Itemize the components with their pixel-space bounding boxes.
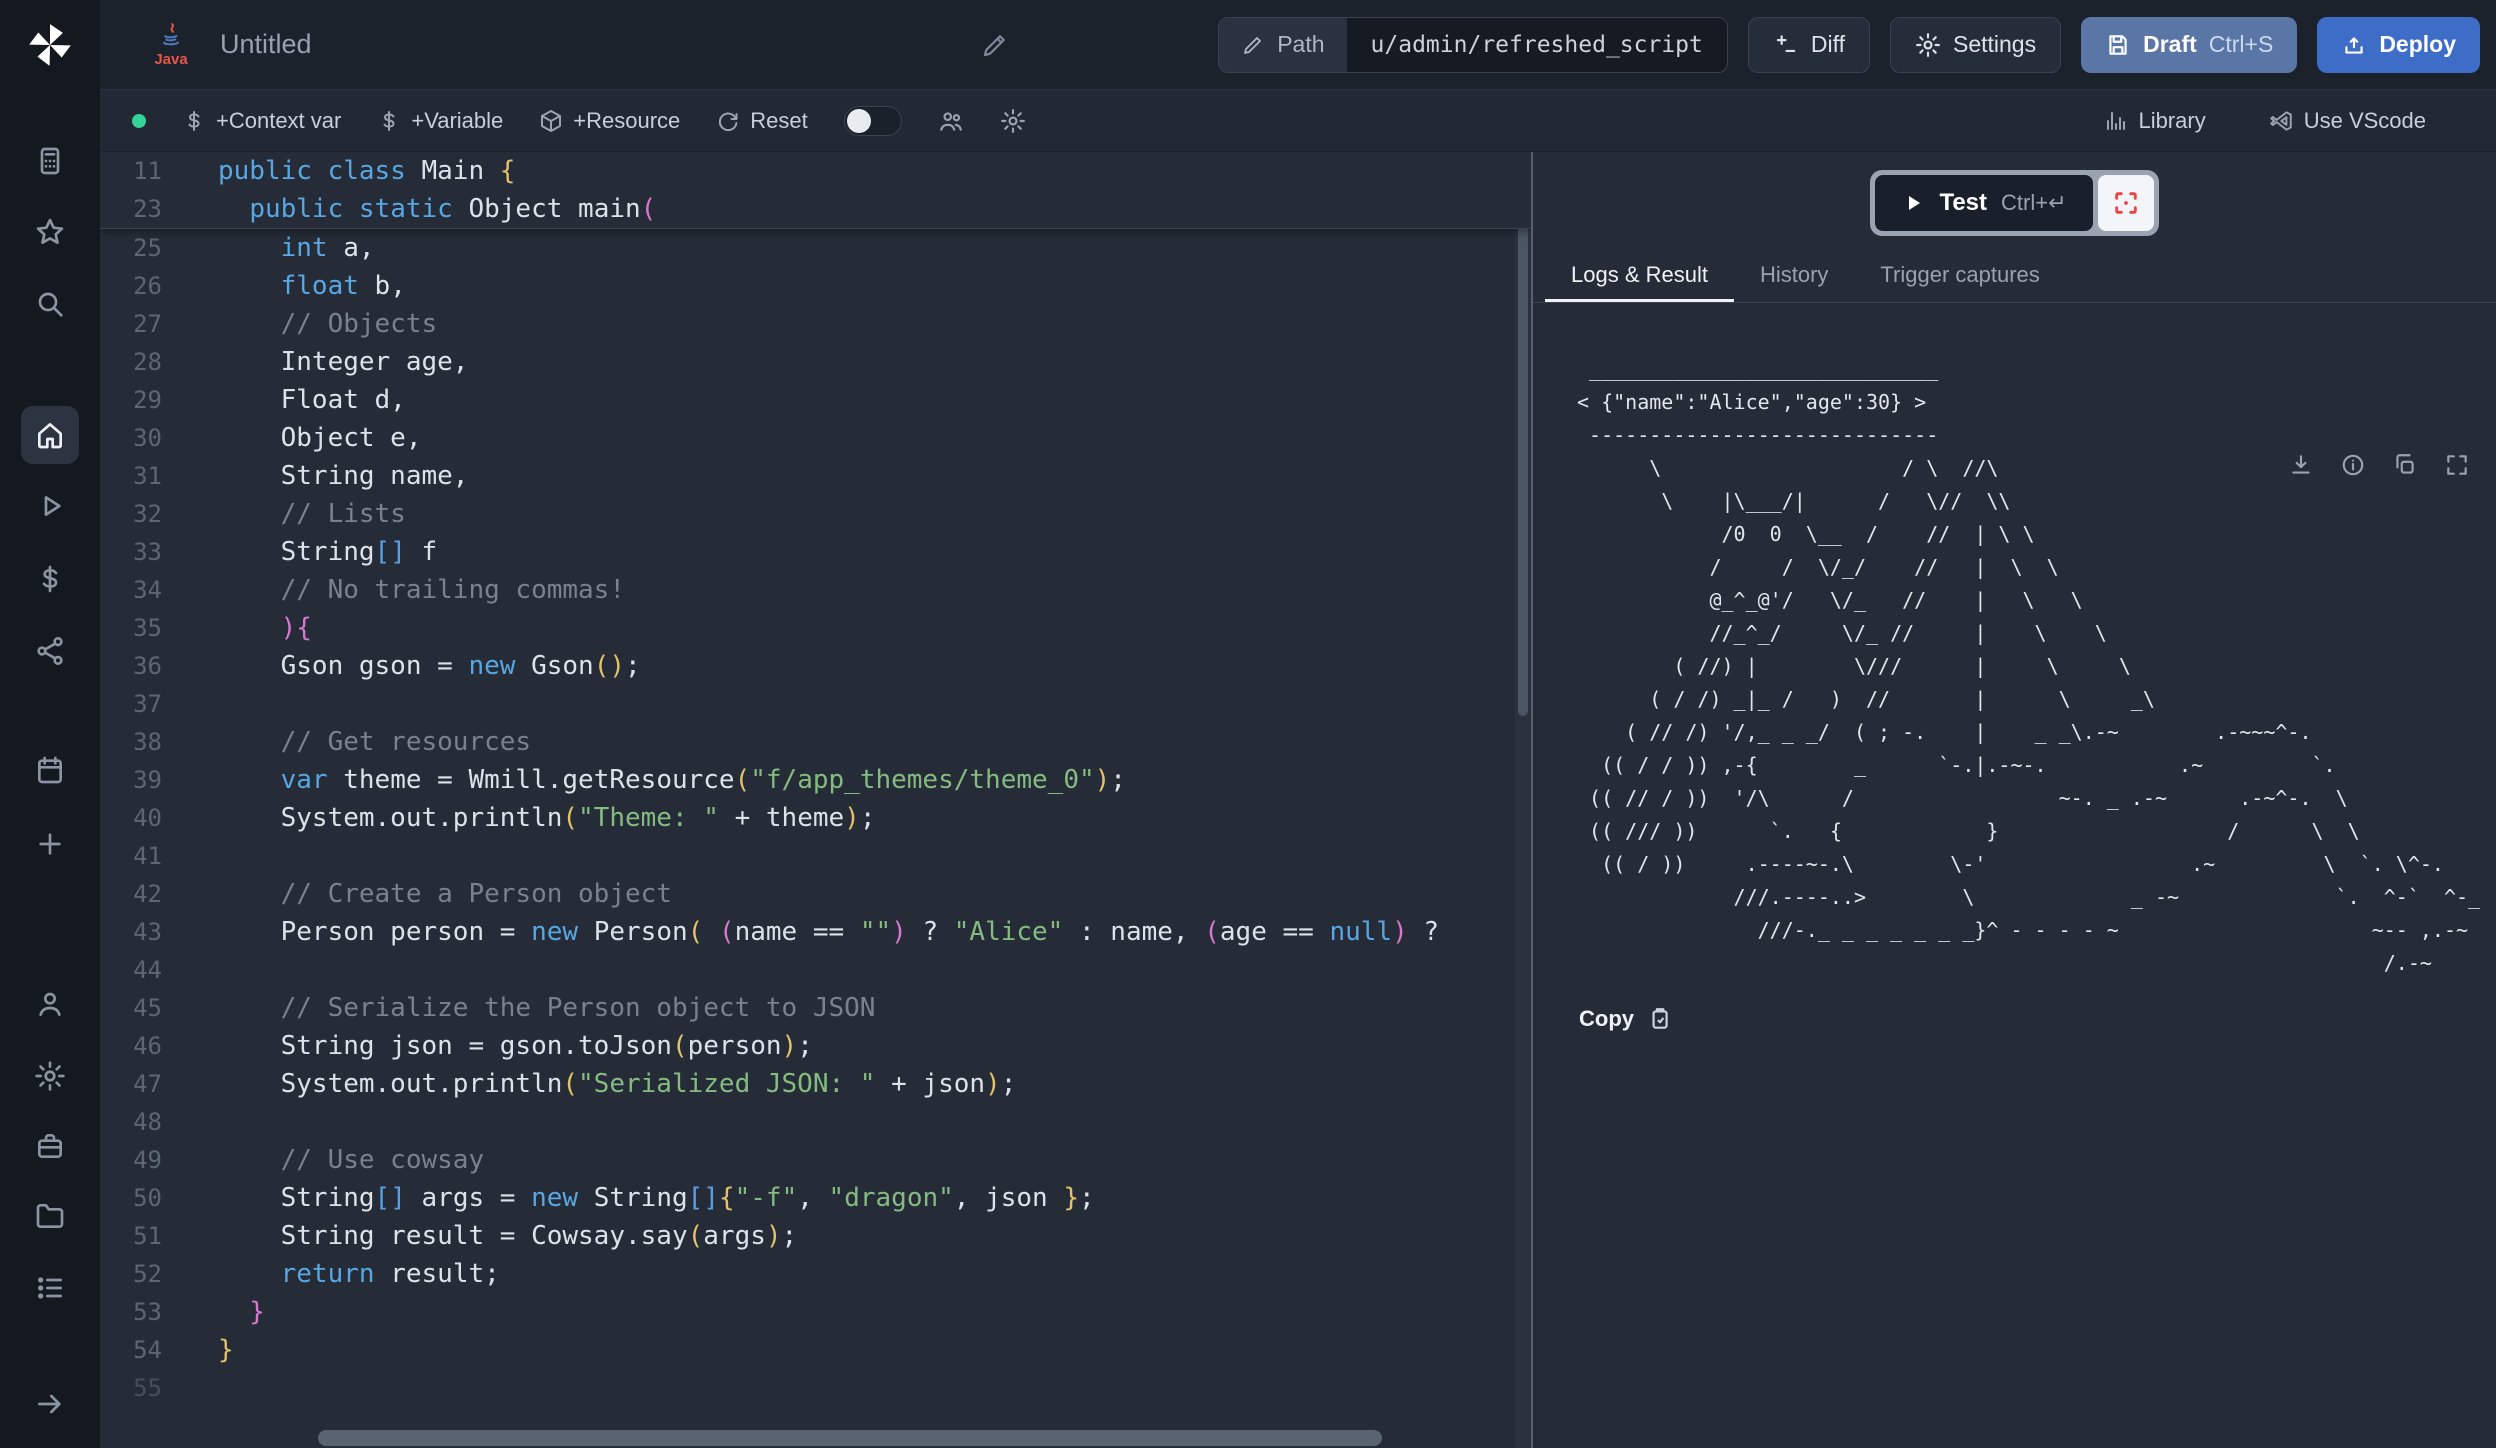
result-actions xyxy=(2288,452,2470,478)
toggle-knob xyxy=(847,109,871,133)
windmill-logo-icon xyxy=(25,20,75,70)
toolbox-icon xyxy=(34,1130,66,1162)
calendar-icon xyxy=(34,754,66,786)
dollar-icon xyxy=(377,109,401,133)
sidebar-item-variables[interactable] xyxy=(34,563,66,595)
tab-trigger-captures[interactable]: Trigger captures xyxy=(1854,250,2065,302)
sidebar-item-folders[interactable] xyxy=(34,1200,66,1232)
result-tabs: Logs & Result History Trigger captures xyxy=(1533,250,2496,303)
edit-pencil-icon xyxy=(980,30,1010,60)
copy-button[interactable]: Copy xyxy=(1579,1006,2496,1032)
settings-button[interactable]: Settings xyxy=(1890,17,2061,73)
java-logo-icon: Java xyxy=(148,22,194,68)
tab-logs-result[interactable]: Logs & Result xyxy=(1545,250,1734,302)
sidebar-item-apps[interactable] xyxy=(34,1272,66,1304)
dollar-icon xyxy=(34,563,66,595)
gear-icon xyxy=(1000,108,1026,134)
sidebar-item-home[interactable] xyxy=(21,406,79,464)
library-button[interactable]: Library xyxy=(2104,108,2205,134)
sidebar-item-schedules[interactable] xyxy=(34,754,66,786)
package-icon xyxy=(539,109,563,133)
windmill-logo[interactable] xyxy=(25,20,75,70)
bars-icon xyxy=(2104,109,2128,133)
sidebar-collapse-button[interactable] xyxy=(34,1388,66,1420)
vscode-icon xyxy=(2268,108,2294,134)
copy-result-icon[interactable] xyxy=(2392,452,2418,478)
multiplayer-button[interactable] xyxy=(938,108,964,134)
use-vscode-button[interactable]: Use VScode xyxy=(2268,108,2426,134)
editor-toolbar: +Context var +Variable +Resource Reset xyxy=(100,90,2496,152)
test-button[interactable]: Test Ctrl+↵ xyxy=(1875,175,2092,231)
test-shortcut: Ctrl+↵ xyxy=(2001,190,2067,216)
gear-icon xyxy=(34,1060,66,1092)
apps-icon xyxy=(34,1272,66,1304)
path-pencil-icon xyxy=(1241,33,1265,57)
result-panel: Test Ctrl+↵ Logs & Result History Trigge… xyxy=(1531,152,2496,1448)
calculator-icon xyxy=(34,145,66,177)
top-header: Java Untitled Path u/admin/refreshed_scr… xyxy=(100,0,2496,90)
plus-icon xyxy=(34,828,66,860)
left-sidebar xyxy=(0,0,100,1448)
tab-history[interactable]: History xyxy=(1734,250,1854,302)
home-icon xyxy=(34,419,66,451)
editor-horizontal-scrollbar[interactable] xyxy=(318,1430,1382,1446)
users-icon xyxy=(938,108,964,134)
ascii-art: _____________________________ < {"name":… xyxy=(1577,353,2496,980)
app-window: Java Untitled Path u/admin/refreshed_scr… xyxy=(0,0,2496,1448)
editor-settings-button[interactable] xyxy=(1000,108,1026,134)
sidebar-item-calculator[interactable] xyxy=(34,145,66,177)
play-icon xyxy=(34,490,66,522)
toggle-switch[interactable] xyxy=(844,106,902,136)
star-icon xyxy=(34,216,66,248)
sidebar-item-resources[interactable] xyxy=(34,635,66,667)
add-variable-button[interactable]: +Variable xyxy=(377,108,503,134)
draft-shortcut: Ctrl+S xyxy=(2209,31,2274,58)
arrow-right-icon xyxy=(34,1388,66,1420)
edit-title-button[interactable] xyxy=(980,30,1010,60)
sticky-scroll-lines[interactable]: 11public class Main {23 public static Ob… xyxy=(100,152,1531,229)
diff-button[interactable]: Diff xyxy=(1748,17,1870,73)
capture-icon xyxy=(2112,189,2140,217)
play-icon xyxy=(1901,191,1925,215)
editor-vertical-scrollbar-track xyxy=(1515,152,1531,1448)
deploy-icon xyxy=(2341,32,2367,58)
sidebar-item-settings[interactable] xyxy=(34,1060,66,1092)
save-icon xyxy=(2105,32,2131,58)
script-title-field[interactable]: Untitled xyxy=(220,29,1010,60)
sidebar-item-favorites[interactable] xyxy=(34,216,66,248)
info-icon[interactable] xyxy=(2340,452,2366,478)
code-lines[interactable]: 25 int a,26 float b,27 // Objects28 Inte… xyxy=(100,229,1531,1407)
expand-icon[interactable] xyxy=(2444,452,2470,478)
path-edit-button[interactable]: Path xyxy=(1219,18,1346,72)
editor-vertical-scrollbar[interactable] xyxy=(1518,156,1528,716)
user-icon xyxy=(34,988,66,1020)
page-title: Untitled xyxy=(220,29,312,60)
draft-button[interactable]: Draft Ctrl+S xyxy=(2081,17,2297,73)
refresh-icon xyxy=(716,109,740,133)
path-value[interactable]: u/admin/refreshed_script xyxy=(1347,18,1727,72)
reset-button[interactable]: Reset xyxy=(716,108,807,134)
folder-icon xyxy=(34,1200,66,1232)
download-icon[interactable] xyxy=(2288,452,2314,478)
sidebar-item-runs[interactable] xyxy=(34,490,66,522)
test-control-group: Test Ctrl+↵ xyxy=(1870,170,2158,236)
add-resource-button[interactable]: +Resource xyxy=(539,108,680,134)
diff-icon xyxy=(1773,32,1799,58)
path-control: Path u/admin/refreshed_script xyxy=(1218,17,1728,73)
sidebar-item-workers[interactable] xyxy=(34,1130,66,1162)
clipboard-icon xyxy=(1646,1006,1672,1032)
status-dot xyxy=(132,114,146,128)
dollar-icon xyxy=(182,109,206,133)
search-icon xyxy=(34,288,66,320)
gear-icon xyxy=(1915,32,1941,58)
deploy-button[interactable]: Deploy xyxy=(2317,17,2480,73)
hub-icon xyxy=(34,635,66,667)
add-context-var-button[interactable]: +Context var xyxy=(182,108,341,134)
sidebar-item-add[interactable] xyxy=(34,828,66,860)
path-label: Path xyxy=(1277,31,1324,58)
capture-button[interactable] xyxy=(2098,175,2154,231)
sidebar-item-users[interactable] xyxy=(34,988,66,1020)
sidebar-item-search[interactable] xyxy=(34,288,66,320)
code-editor[interactable]: 11public class Main {23 public static Ob… xyxy=(100,152,1531,1448)
